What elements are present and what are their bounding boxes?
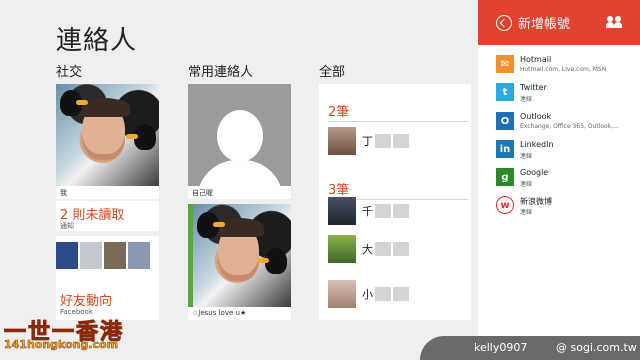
- me-caption: 我: [60, 189, 67, 197]
- feed-tile[interactable]: 好友動向 Facebook: [56, 236, 159, 320]
- account-linkedin[interactable]: in LinkedIn 連線: [496, 140, 636, 164]
- account-name: Outlook: [520, 112, 552, 121]
- me-tile[interactable]: 我: [56, 84, 159, 199]
- people-icon[interactable]: [606, 16, 622, 28]
- account-name: Hotmail: [520, 55, 552, 64]
- watermark-user: kelly0907: [474, 341, 528, 354]
- contact-avatar: [328, 197, 356, 225]
- unread-sub: 通知: [60, 222, 74, 230]
- contact-name: 千: [362, 205, 373, 218]
- account-desc: 連線: [520, 96, 533, 103]
- me-photo: [56, 84, 159, 186]
- contact-avatar: [328, 127, 356, 155]
- account-outlook[interactable]: O Outlook Exchange, Office 365, Outlook,…: [496, 112, 636, 136]
- contact-avatar: [328, 280, 356, 308]
- contact-row[interactable]: 丁: [328, 126, 409, 156]
- account-desc: Exchange, Office 365, Outlook,...: [520, 123, 619, 130]
- contact-row[interactable]: 千: [328, 196, 409, 226]
- account-desc: 連線: [520, 209, 533, 216]
- account-desc: 連線: [520, 181, 533, 188]
- back-arrow-icon[interactable]: [496, 15, 512, 31]
- account-name: 新浪微博: [520, 197, 552, 206]
- contact-name: 丁: [362, 135, 373, 148]
- favorite-friend-caption: ☆Jesus love u★: [192, 309, 247, 317]
- google-icon: g: [496, 168, 514, 186]
- account-desc: 連線: [520, 153, 533, 160]
- contact-row[interactable]: 大: [328, 234, 409, 264]
- outlook-icon: O: [496, 112, 514, 130]
- notifications-tile[interactable]: 2 則未讀取 通知: [56, 201, 159, 231]
- favorite-friend-tile[interactable]: ☆Jesus love u★: [188, 204, 291, 320]
- column-title-social: 社交: [56, 65, 83, 80]
- column-title-favorites: 常用連絡人: [188, 65, 254, 80]
- account-desc: Hotmail.com, Live.com, MSN: [520, 66, 607, 73]
- feed-thumbnails: [56, 242, 150, 269]
- favorite-self-tile[interactable]: 自己喔: [188, 84, 291, 199]
- account-twitter[interactable]: t Twitter 連線: [496, 83, 636, 107]
- all-contacts-list: 2筆 丁 3筆 千 大 小: [319, 84, 471, 320]
- mail-icon: ✉: [496, 55, 514, 73]
- column-title-all: 全部: [319, 65, 346, 80]
- weibo-icon: w: [496, 196, 514, 214]
- contact-avatar: [328, 235, 356, 263]
- account-google[interactable]: g Google 連線: [496, 168, 636, 192]
- favorite-friend-photo: [193, 204, 291, 307]
- linkedin-icon: in: [496, 140, 514, 158]
- feed-label: 好友動向: [60, 294, 113, 309]
- default-avatar-icon: [188, 84, 291, 186]
- group-label[interactable]: 2筆: [328, 101, 349, 120]
- account-hotmail[interactable]: ✉ Hotmail Hotmail.com, Live.com, MSN: [496, 55, 636, 79]
- panel-header: 新增帳號: [478, 0, 640, 45]
- watermark-site: @ sogi.com.tw: [556, 341, 637, 354]
- add-account-panel: 新增帳號 ✉ Hotmail Hotmail.com, Live.com, MS…: [478, 0, 640, 360]
- favorite-self-caption: 自己喔: [192, 189, 213, 197]
- account-name: Twitter: [520, 83, 547, 92]
- contact-row[interactable]: 小: [328, 279, 409, 309]
- contact-name: 小: [362, 288, 373, 301]
- account-weibo[interactable]: w 新浪微博 連線: [496, 196, 636, 220]
- account-name: Google: [520, 168, 549, 177]
- panel-title: 新增帳號: [518, 17, 571, 32]
- account-name: LinkedIn: [520, 140, 554, 149]
- contact-name: 大: [362, 243, 373, 256]
- page-title: 連絡人: [56, 26, 138, 56]
- twitter-icon: t: [496, 83, 514, 101]
- watermark-logo-url: 141hongkong.com: [4, 338, 119, 352]
